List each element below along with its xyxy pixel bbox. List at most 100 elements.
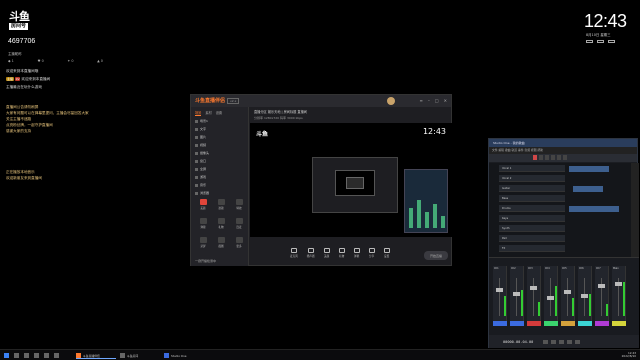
tool-link-mic[interactable]: 连麦 [231, 218, 247, 234]
taskbar-app-browser[interactable]: 斗鱼房间 [120, 352, 160, 359]
scene-item[interactable]: 视频 [195, 141, 247, 149]
tool-effects[interactable]: 特效 [231, 199, 247, 215]
pinned-app[interactable] [54, 352, 59, 359]
tab-scenes[interactable]: 场景 [195, 110, 202, 116]
arrow-tool-icon[interactable] [533, 155, 537, 160]
scene-item[interactable]: 游戏 [195, 173, 247, 181]
settings-button[interactable]: 设置 [383, 247, 390, 258]
tool-beauty[interactable]: 美颜 [195, 199, 211, 215]
tab-settings[interactable]: 设置 [216, 110, 222, 116]
close-icon[interactable]: ✕ [444, 98, 447, 103]
level-meter [538, 302, 540, 316]
vertical-scrollbar[interactable] [631, 163, 639, 257]
menu-icon[interactable]: ≡ [420, 98, 423, 103]
mic-button[interactable]: 麦克风 [290, 247, 298, 258]
minimize-icon[interactable]: – [428, 98, 430, 103]
pinned-app[interactable] [44, 352, 49, 359]
track-header[interactable]: Guitar [499, 185, 565, 192]
mixer-channel[interactable]: Ch1 [493, 266, 507, 326]
track-header[interactable]: Vocal 1 [499, 165, 565, 172]
search-button[interactable] [14, 352, 19, 359]
beauty-button[interactable]: 美颜 [323, 247, 330, 258]
speaker-button[interactable]: 扬声器 [307, 247, 315, 258]
paint-tool-icon[interactable] [557, 155, 561, 160]
audio-clip[interactable] [569, 206, 619, 212]
go-live-button[interactable]: 开始直播 [424, 251, 448, 260]
widget-icon[interactable] [597, 40, 604, 43]
fader-handle[interactable] [547, 296, 554, 300]
tab-assets[interactable]: 素材 [205, 110, 211, 116]
scene-item[interactable]: 场景1 [195, 117, 247, 125]
scene-item[interactable]: 图片 [195, 133, 247, 141]
scene-item[interactable]: 摄像头 [195, 149, 247, 157]
avatar[interactable] [387, 97, 395, 105]
tool-record[interactable]: 录屏 [195, 237, 211, 253]
rewind-icon[interactable] [543, 339, 549, 344]
pinned-app[interactable] [34, 352, 39, 359]
mixer-channel[interactable]: Ch6 [578, 266, 592, 326]
daw-titlebar[interactable]: Studio One - 我的歌曲 [489, 139, 637, 147]
scene-item[interactable]: 文字 [195, 125, 247, 133]
mixer-channel[interactable]: Ch2 [510, 266, 524, 326]
fader-handle[interactable] [615, 282, 622, 286]
tool-filter[interactable]: 滤镜 [213, 199, 229, 215]
fader-handle[interactable] [530, 286, 537, 290]
mixer-channel[interactable]: Main [612, 266, 626, 326]
scene-item[interactable]: 全屏 [195, 165, 247, 173]
daw-window: Studio One - 我的歌曲 文件 编辑 歌曲 轨道 事件 音频 视图 帮… [488, 138, 639, 348]
scene-item[interactable]: 窗口 [195, 157, 247, 165]
taskbar-clock[interactable]: 12:43 2022/8/10 [622, 351, 636, 358]
maximize-icon[interactable]: □ [435, 98, 439, 103]
eraser-tool-icon[interactable] [551, 155, 555, 160]
tool-gift[interactable]: 礼物 [213, 218, 229, 234]
fader-handle[interactable] [564, 290, 571, 294]
panel-tabs: 场景 素材 设置 [195, 110, 222, 116]
mixer-channel[interactable]: Ch5 [561, 266, 575, 326]
mixer-channel[interactable]: Ch7 [595, 266, 609, 326]
track-header[interactable]: Synth [499, 225, 565, 232]
mixer-channel[interactable]: Ch4 [544, 266, 558, 326]
widget-icon[interactable] [608, 40, 615, 43]
track-header[interactable]: Drums [499, 205, 565, 212]
track-header[interactable]: Pad [499, 235, 565, 242]
taskbar-app-stream-tool[interactable]: 斗鱼直播伴侣 [76, 352, 116, 359]
stat-item: ♥ 0 [37, 59, 44, 63]
tool-screenshot[interactable]: 截图 [213, 237, 229, 253]
stat-item: ◆ 1 [8, 59, 14, 63]
level-meter [623, 282, 625, 316]
gift-button[interactable]: 礼物 [338, 247, 345, 258]
start-button[interactable] [4, 352, 9, 359]
audio-clip[interactable] [573, 186, 603, 192]
widget-icon[interactable] [586, 40, 593, 43]
tool-danmaku[interactable]: 弹幕 [195, 218, 211, 234]
play-icon[interactable] [559, 339, 565, 344]
track-area[interactable]: Vocal 1 Vocal 2 Guitar Bass Drums Keys S… [489, 163, 639, 257]
taskview-button[interactable] [24, 352, 29, 359]
split-tool-icon[interactable] [545, 155, 549, 160]
mute-tool-icon[interactable] [563, 155, 567, 160]
record-icon[interactable] [567, 339, 573, 344]
live-preview[interactable]: 斗鱼 12:43 [250, 123, 452, 237]
audio-clip[interactable] [569, 166, 609, 172]
tool-more[interactable]: 更多 [231, 237, 247, 253]
fader-handle[interactable] [598, 284, 605, 288]
taskbar-app-daw[interactable]: Studio One [164, 352, 204, 359]
scene-item[interactable]: 音乐 [195, 181, 247, 189]
mixer-channel[interactable]: Ch3 [527, 266, 541, 326]
fader-handle[interactable] [496, 288, 503, 292]
range-tool-icon[interactable] [539, 155, 543, 160]
danmaku-button[interactable]: 弹幕 [353, 247, 360, 258]
share-button[interactable]: 分享 [368, 247, 375, 258]
scene-item[interactable]: 浏览器 [195, 189, 247, 197]
fader-handle[interactable] [513, 292, 520, 296]
daw-menu-bar[interactable]: 文件 编辑 歌曲 轨道 事件 音频 视图 帮助 [489, 147, 637, 154]
track-header[interactable]: Bass [499, 195, 565, 202]
fader-handle[interactable] [581, 294, 588, 298]
loop-icon[interactable] [575, 339, 581, 344]
stop-icon[interactable] [551, 339, 557, 344]
track-header[interactable]: FX [499, 245, 565, 252]
stream-tool-titlebar[interactable]: 斗鱼直播伴侣 v2.x ≡ – □ ✕ [191, 95, 451, 107]
track-header[interactable]: Vocal 2 [499, 175, 565, 182]
control-bar: 麦克风 扬声器 美颜 礼物 弹幕 分享 设置 [250, 239, 452, 266]
track-header[interactable]: Keys [499, 215, 565, 222]
